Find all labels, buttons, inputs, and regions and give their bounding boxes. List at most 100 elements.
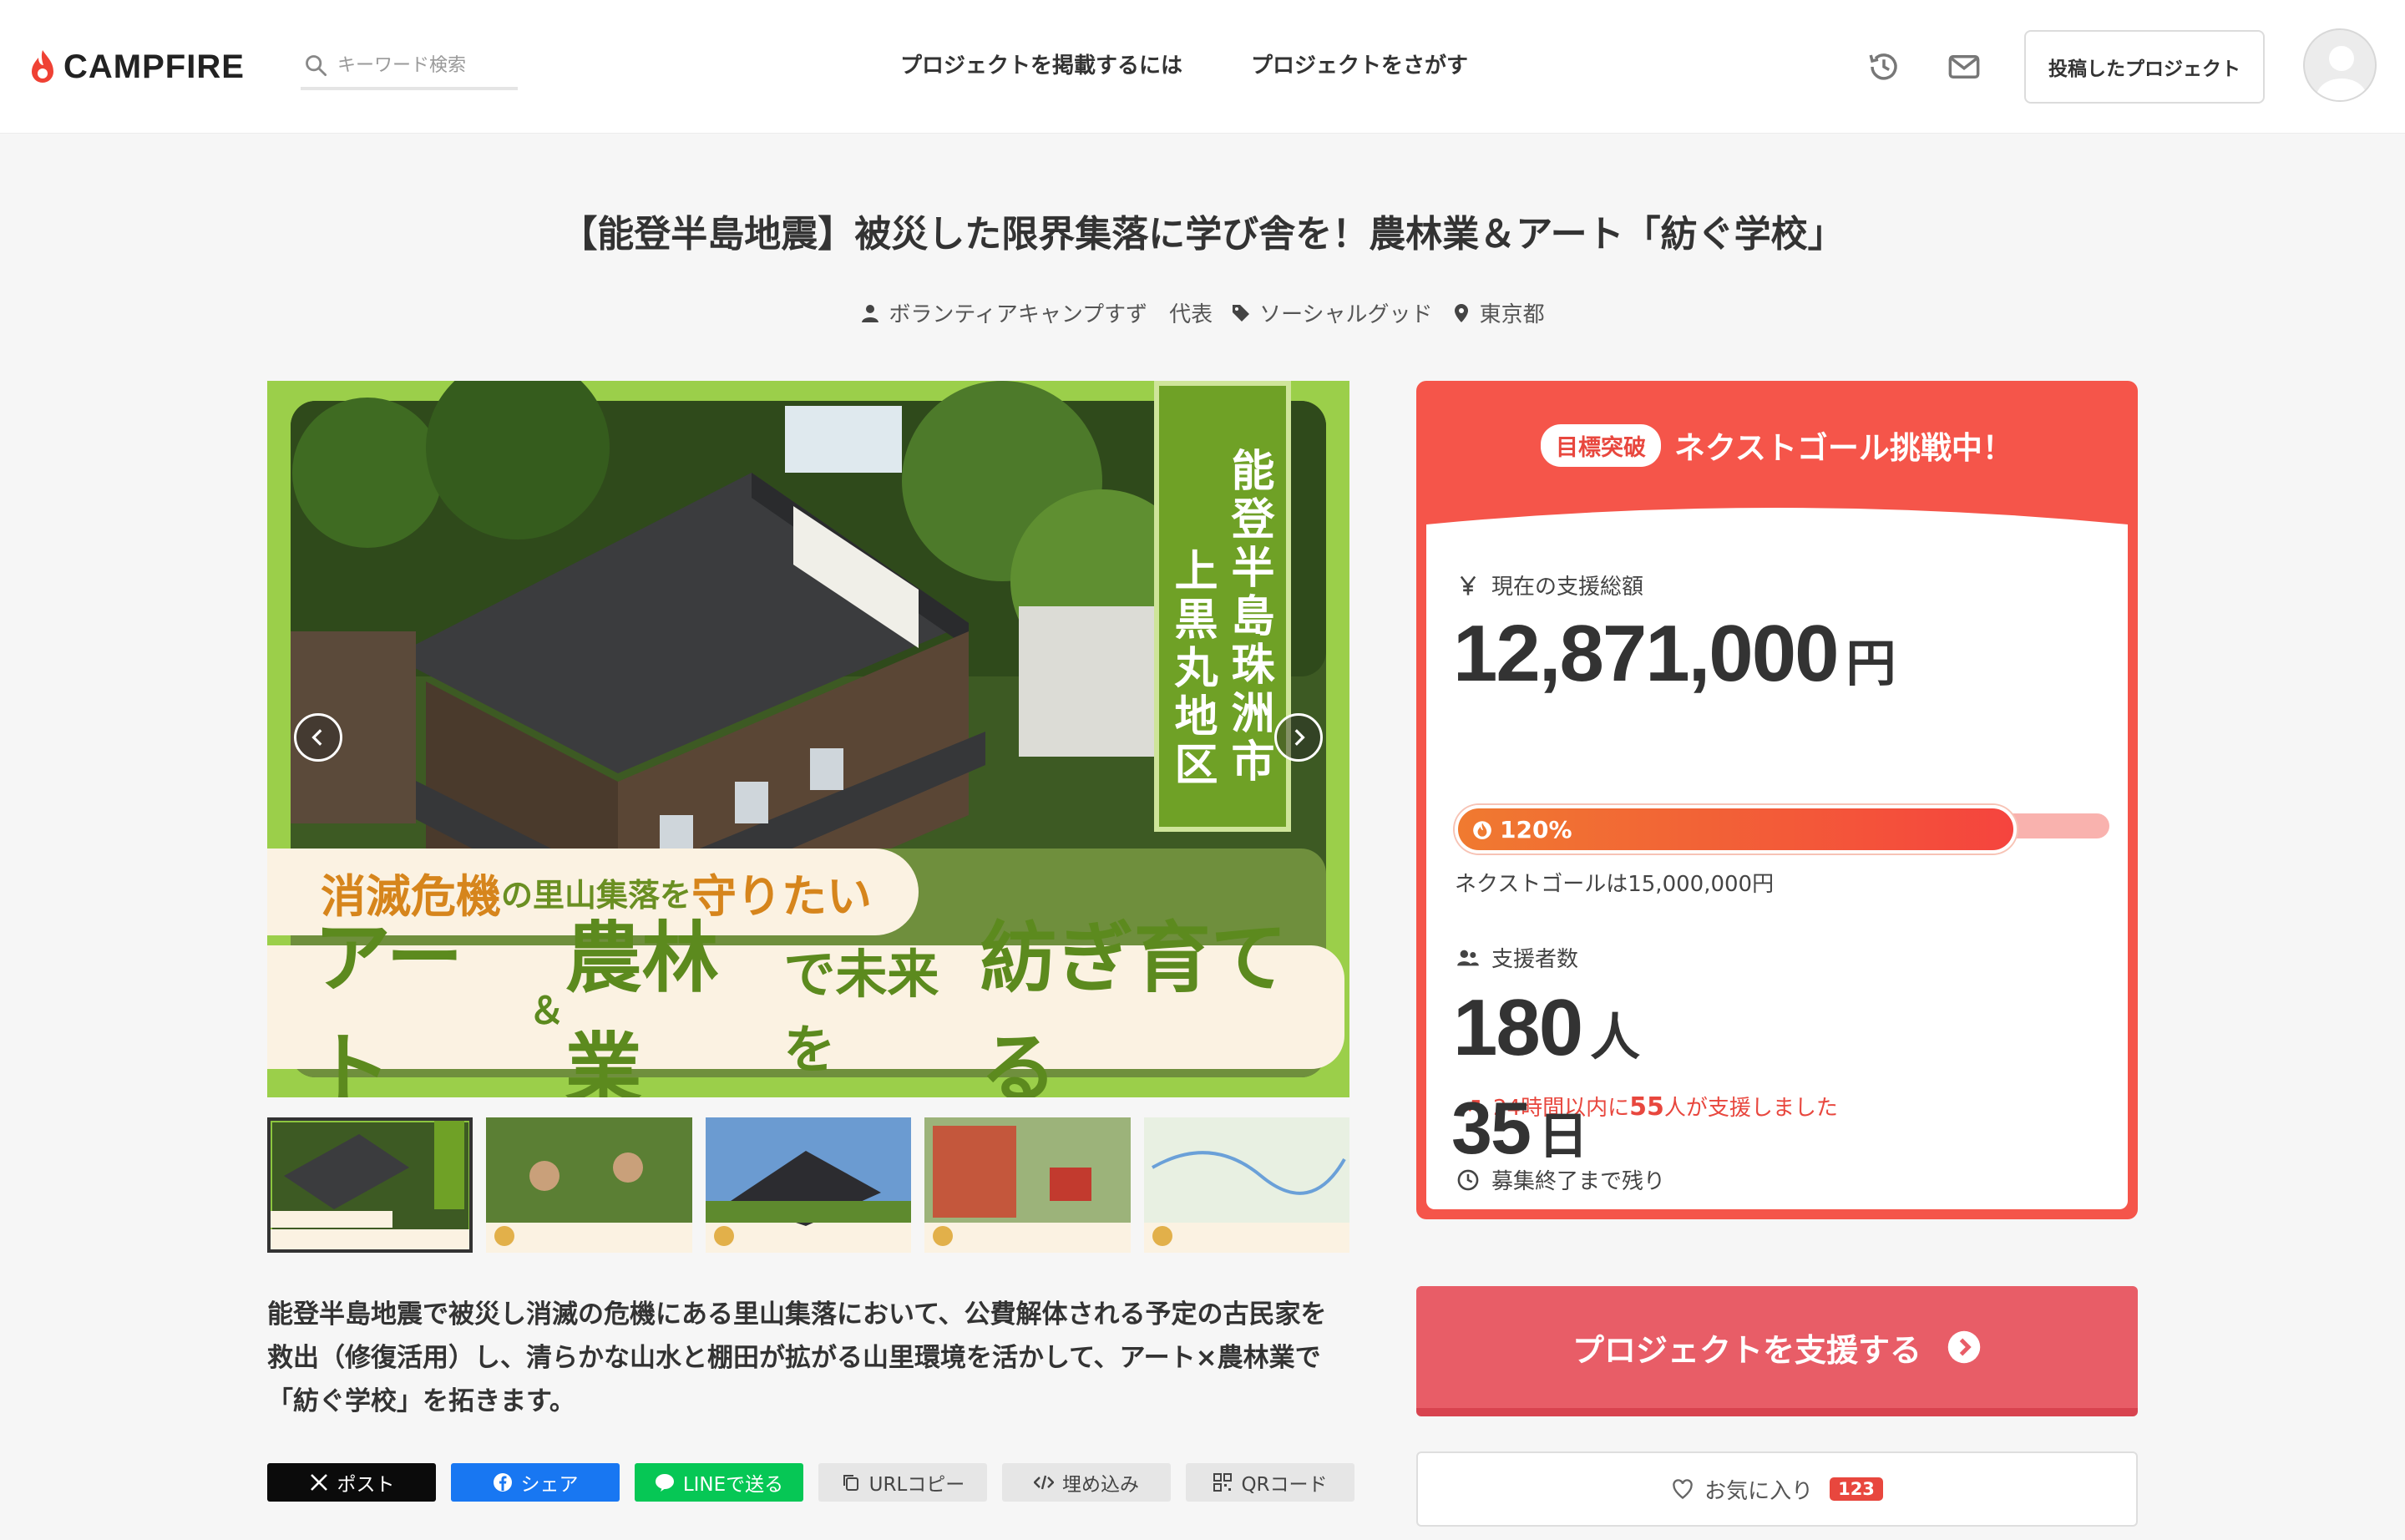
- thumbnail-strip: [267, 1117, 1350, 1253]
- thumbnail-image: [486, 1117, 692, 1253]
- thumbnail-image: [1143, 1117, 1350, 1253]
- hero-prev-button[interactable]: [294, 713, 342, 762]
- share-line-label: LINEで送る: [682, 1474, 784, 1496]
- share-x-label: ポスト: [337, 1474, 395, 1496]
- heart-icon: [1673, 1479, 1693, 1499]
- flame-icon: [32, 50, 53, 83]
- messages-button[interactable]: [1944, 47, 1984, 87]
- hero-image[interactable]: 能登半島珠洲市 上黒丸地区 消滅危機 の里山集落 を 守りたい アート ＆ 農林…: [267, 381, 1349, 1097]
- share-buttons: ポスト シェア LINEで送る URLコピー 埋め込み QRコード: [267, 1463, 1354, 1502]
- clock-icon: [1456, 1168, 1480, 1192]
- embed-label: 埋め込み: [1062, 1474, 1139, 1496]
- qr-code-button[interactable]: QRコード: [1186, 1463, 1354, 1502]
- history-icon: [1869, 53, 1897, 80]
- embed-button[interactable]: 埋め込み: [1002, 1463, 1171, 1502]
- raised-unit: 円: [1846, 635, 1896, 693]
- nav-post-project[interactable]: プロジェクトを掲載するには: [900, 48, 1182, 79]
- raised-label-row: 現在の支援総額: [1456, 570, 1643, 600]
- banner2-text-d: 紡ぎ育てる: [980, 914, 1288, 1097]
- map-pin-icon: [1454, 303, 1468, 322]
- avatar[interactable]: [2303, 28, 2377, 102]
- favorite-button[interactable]: お気に入り 123: [1416, 1451, 2138, 1527]
- share-line-button[interactable]: LINEで送る: [635, 1463, 803, 1502]
- owner-name: ボランティアキャンプすず 代表: [889, 302, 1213, 327]
- raised-label: 現在の支援総額: [1491, 575, 1644, 600]
- thumbnail-5[interactable]: [1143, 1117, 1350, 1253]
- search-box[interactable]: [301, 43, 518, 90]
- backers-label: 支援者数: [1491, 947, 1579, 972]
- trend-post: 人が支援しました: [1663, 1096, 1838, 1121]
- progress-label: 120%: [1500, 815, 1572, 843]
- hero-banner-2: アート ＆ 農林業 で未来を 紡ぎ育てる: [267, 914, 1344, 1097]
- copy-url-button[interactable]: URLコピー: [818, 1463, 987, 1502]
- raised-value: 12,871,000: [1453, 609, 1838, 698]
- line-icon: [655, 1474, 674, 1492]
- category-link[interactable]: ソーシャルグッド: [1231, 297, 1433, 328]
- nav-find-project[interactable]: プロジェクトをさがす: [1251, 48, 1468, 79]
- main-nav: プロジェクトを掲載するには プロジェクトをさがす: [900, 48, 1468, 79]
- hero-vertical-left: 上黒丸地区: [1167, 548, 1217, 790]
- remaining-days: 35 日: [1451, 1086, 1588, 1171]
- next-goal-text: ネクストゴールは15,000,000円: [1455, 872, 1775, 897]
- progress-fill: 120%: [1455, 805, 2017, 854]
- mail-icon: [1948, 55, 1980, 79]
- favorite-label: お気に入り: [1704, 1478, 1814, 1504]
- location-link[interactable]: 東京都: [1451, 297, 1545, 328]
- thumbnail-image: [705, 1117, 912, 1253]
- goal-achieved-badge: 目標突破: [1541, 423, 1662, 467]
- banner2-text-c: で未来を: [783, 944, 939, 1080]
- category-name: ソーシャルグッド: [1259, 302, 1433, 327]
- share-facebook-label: シェア: [520, 1474, 579, 1496]
- backers-count: 180 人: [1453, 982, 1640, 1074]
- history-button[interactable]: [1864, 47, 1904, 87]
- campfire-logo[interactable]: CAMPFIRE: [28, 47, 245, 87]
- x-logo-icon: [310, 1474, 327, 1491]
- backers-unit: 人: [1590, 1009, 1641, 1067]
- tag-icon: [1233, 304, 1250, 322]
- copy-url-label: URLコピー: [868, 1474, 965, 1496]
- flame-icon: [1471, 818, 1493, 840]
- banner2-amp: ＆: [528, 990, 565, 1032]
- trend-num: 55: [1629, 1092, 1664, 1122]
- thumbnail-1[interactable]: [267, 1117, 473, 1253]
- users-icon: [1456, 946, 1480, 970]
- remaining-unit: 日: [1537, 1107, 1588, 1166]
- progress-bar: 120%: [1455, 813, 2109, 838]
- card-header: 目標突破 ネクストゴール挑戦中！: [1426, 391, 2128, 499]
- support-project-button[interactable]: プロジェクトを支援する: [1416, 1286, 2138, 1416]
- next-goal-headline: ネクストゴール挑戦中！: [1674, 430, 2013, 466]
- arrow-circle-right-icon: [1947, 1330, 1981, 1364]
- thumbnail-2[interactable]: [486, 1117, 692, 1253]
- qr-code-label: QRコード: [1241, 1474, 1328, 1496]
- chevron-right-icon: [1294, 729, 1305, 746]
- site-header: CAMPFIRE プロジェクトを掲載するには プロジェクトをさがす 投稿したプロ…: [0, 0, 2405, 134]
- thumbnail-image: [924, 1117, 1131, 1253]
- share-facebook-button[interactable]: シェア: [451, 1463, 620, 1502]
- remaining-value: 35: [1451, 1087, 1532, 1169]
- project-meta: ボランティアキャンプすず 代表 ソーシャルグッド 東京都: [0, 297, 2405, 328]
- user-icon: [862, 304, 879, 322]
- location-name: 東京都: [1479, 302, 1545, 327]
- search-input[interactable]: [337, 54, 513, 76]
- owner-link[interactable]: ボランティアキャンプすず 代表: [860, 297, 1213, 328]
- code-icon: [1034, 1475, 1054, 1490]
- posted-projects-button[interactable]: 投稿したプロジェクト: [2024, 30, 2265, 104]
- facebook-icon: [493, 1473, 512, 1492]
- favorite-count-badge: 123: [1830, 1477, 1883, 1501]
- backers-label-row: 支援者数: [1456, 942, 1578, 973]
- backers-value: 180: [1453, 983, 1582, 1072]
- project-description: 能登半島地震で被災し消滅の危機にある里山集落において、公費解体される予定の古民家…: [267, 1299, 1327, 1416]
- copy-icon: [843, 1475, 858, 1491]
- hero-vertical-right: 能登半島珠洲市: [1223, 448, 1273, 787]
- logo-text: CAMPFIRE: [63, 48, 245, 85]
- chevron-left-icon: [311, 729, 322, 746]
- hero-next-button[interactable]: [1274, 713, 1323, 762]
- thumbnail-3[interactable]: [705, 1117, 912, 1253]
- yen-icon: [1456, 574, 1480, 597]
- qr-icon: [1213, 1473, 1233, 1492]
- thumbnail-4[interactable]: [924, 1117, 1131, 1253]
- banner2-text-b: 農林業: [565, 914, 719, 1097]
- share-x-button[interactable]: ポスト: [267, 1463, 436, 1502]
- user-avatar-icon: [2316, 46, 2367, 100]
- raised-amount: 12,871,000 円: [1453, 608, 1896, 700]
